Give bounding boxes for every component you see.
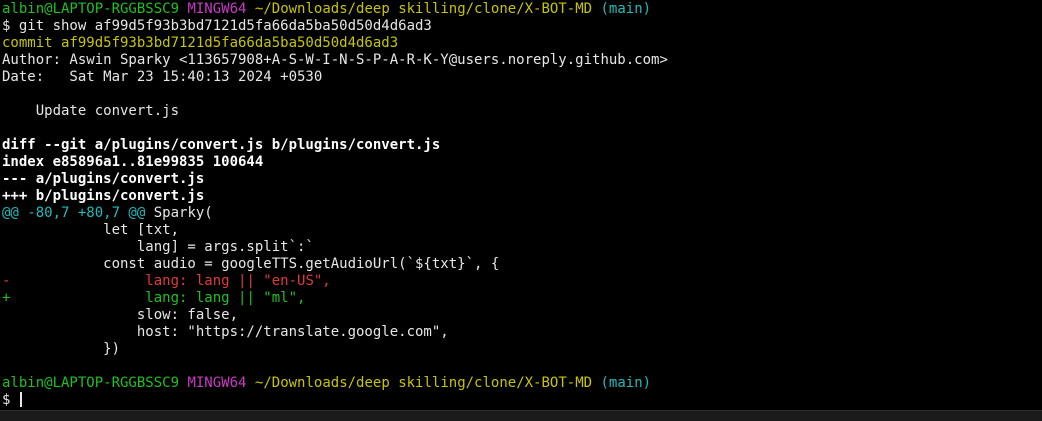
- commit-message: Update convert.js: [2, 103, 180, 119]
- prompt-user-host: albin@LAPTOP-RGGBSSC9: [2, 1, 180, 17]
- commit-line: commit af99d5f93b3bd7121d5fa66da5ba50d50…: [2, 35, 399, 51]
- prompt-shell: MINGW64: [187, 1, 247, 17]
- hunk-range: @@ -80,7 +80,7 @@: [2, 205, 146, 221]
- terminal-window[interactable]: albin@LAPTOP-RGGBSSC9 MINGW64 ~/Download…: [0, 0, 1042, 410]
- diff-context-line: host: "https://translate.google.com",: [2, 324, 449, 340]
- diff-removed-line: - lang: lang || "en-US",: [2, 273, 1040, 290]
- prompt-line: albin@LAPTOP-RGGBSSC9 MINGW64 ~/Download…: [2, 375, 1040, 392]
- diff-context-line: lang] = args.split`:`: [2, 239, 314, 255]
- command-line: $ git show af99d5f93b3bd7121d5fa66da5ba5…: [2, 18, 432, 34]
- prompt-path: ~/Downloads/deep skilling/clone/X-BOT-MD: [254, 375, 593, 391]
- diff-context-line: let [txt,: [2, 222, 180, 238]
- hunk-context: Sparky(: [145, 205, 213, 221]
- window-bottom-edge: [0, 410, 1042, 421]
- command-input-line[interactable]: $: [2, 392, 1040, 409]
- diff-context-line: }): [2, 341, 121, 357]
- prompt-symbol: $: [2, 392, 19, 408]
- added-text: lang: lang || "ml",: [10, 290, 306, 306]
- prompt-shell: MINGW64: [187, 375, 247, 391]
- diff-index: index e85896a1..81e99835 100644: [2, 154, 264, 170]
- diff-to-file: +++ b/plugins/convert.js: [2, 188, 205, 204]
- prompt-branch: (main): [600, 375, 652, 391]
- date-line: Date: Sat Mar 23 15:40:13 2024 +0530: [2, 69, 323, 85]
- diff-context-line: const audio = googleTTS.getAudioUrl(`${t…: [2, 256, 500, 272]
- prompt-branch: (main): [600, 1, 652, 17]
- diff-header: diff --git a/plugins/convert.js b/plugin…: [2, 137, 441, 153]
- diff-context-line: slow: false,: [2, 307, 239, 323]
- diff-hunk-header: @@ -80,7 +80,7 @@ Sparky(: [2, 205, 1040, 222]
- prompt-line: albin@LAPTOP-RGGBSSC9 MINGW64 ~/Download…: [2, 1, 1040, 18]
- diff-added-line: + lang: lang || "ml",: [2, 290, 1040, 307]
- removed-text: lang: lang || "en-US",: [10, 273, 331, 289]
- prompt-user-host: albin@LAPTOP-RGGBSSC9: [2, 375, 180, 391]
- text-cursor: [19, 392, 22, 407]
- diff-from-file: --- a/plugins/convert.js: [2, 171, 205, 187]
- author-line: Author: Aswin Sparky <113657908+A-S-W-I-…: [2, 52, 668, 68]
- prompt-path: ~/Downloads/deep skilling/clone/X-BOT-MD: [254, 1, 593, 17]
